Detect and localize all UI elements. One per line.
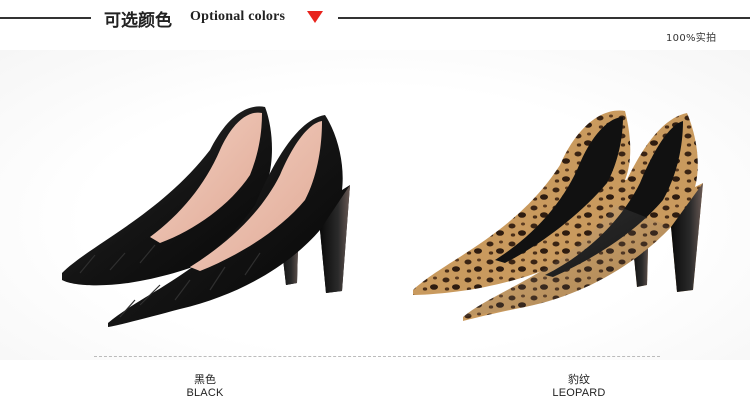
header-line-right bbox=[338, 17, 750, 19]
section-title-en: Optional colors bbox=[190, 9, 286, 24]
down-arrow-icon bbox=[307, 11, 323, 23]
real-shot-note: 100%实拍 bbox=[666, 33, 717, 44]
dashed-divider bbox=[94, 356, 660, 357]
color-label-cn-leopard: 豹纹 bbox=[568, 373, 590, 386]
color-label-en-black: BLACK bbox=[186, 387, 224, 399]
header-line-left bbox=[0, 17, 91, 19]
leopard-pumps-image bbox=[375, 95, 750, 335]
black-pumps-image bbox=[0, 95, 375, 335]
color-label-cn-black: 黑色 bbox=[194, 373, 216, 386]
color-label-en-leopard: LEOPARD bbox=[552, 387, 606, 399]
section-title-cn: 可选颜色 bbox=[104, 11, 172, 31]
